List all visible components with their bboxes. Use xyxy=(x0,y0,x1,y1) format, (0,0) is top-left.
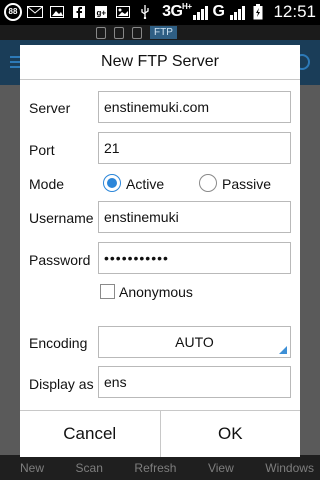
encoding-select[interactable]: AUTO xyxy=(98,326,291,358)
mode-active-radio[interactable] xyxy=(103,174,121,192)
password-label: Password xyxy=(29,252,91,268)
notification-count-icon: 88 xyxy=(4,3,22,21)
notification-icons: 88 g+ xyxy=(4,3,154,21)
server-label: Server xyxy=(29,100,71,116)
usb-icon xyxy=(136,3,154,21)
username-input[interactable]: enstinemuki xyxy=(98,201,291,233)
facebook-icon xyxy=(70,3,88,21)
dialog-buttons: Cancel OK xyxy=(20,410,300,457)
ok-button[interactable]: OK xyxy=(159,411,300,457)
battery-icon xyxy=(249,3,267,21)
sdcard-icon xyxy=(114,26,124,39)
dialog-title: New FTP Server xyxy=(20,45,300,80)
username-label: Username xyxy=(29,210,94,226)
mode-passive-radio[interactable] xyxy=(199,174,217,192)
port-input[interactable]: 21 xyxy=(98,132,291,164)
image-icon xyxy=(48,3,66,21)
clock: 12:51 xyxy=(273,2,316,21)
encoding-label: Encoding xyxy=(29,335,88,351)
gallery-icon xyxy=(114,3,132,21)
cancel-button[interactable]: Cancel xyxy=(20,411,160,457)
bottom-tab-view[interactable]: View xyxy=(208,461,234,475)
svg-text:g+: g+ xyxy=(97,9,107,18)
anonymous-checkbox[interactable] xyxy=(100,284,115,299)
encoding-value: AUTO xyxy=(175,334,214,350)
carrier-mark: G xyxy=(212,3,225,20)
storage-icon xyxy=(132,26,142,39)
bottom-tab-new[interactable]: New xyxy=(20,461,44,475)
bottom-tab-scan[interactable]: Scan xyxy=(76,461,103,475)
anonymous-label: Anonymous xyxy=(119,284,193,300)
mode-label: Mode xyxy=(29,176,65,192)
status-bar: 88 g+ 3G H+ G 12:51 xyxy=(0,0,320,25)
ftp-tab[interactable]: FTP xyxy=(150,26,177,39)
signal-2-icon xyxy=(230,4,246,20)
server-input[interactable]: enstinemuki.com xyxy=(98,91,291,123)
network-type: 3G H+ xyxy=(162,2,192,20)
mode-active-label: Active xyxy=(126,176,165,192)
system-indicators: 3G H+ G 12:51 xyxy=(162,2,316,22)
password-input[interactable]: ••••••••••• xyxy=(98,242,291,274)
app-top-strip: FTP xyxy=(0,25,320,40)
dropdown-arrow-icon xyxy=(279,346,287,354)
new-ftp-server-dialog: New FTP Server Server enstinemuki.com Po… xyxy=(20,45,300,457)
display-as-label: Display as xyxy=(29,376,94,392)
bottom-tab-windows[interactable]: Windows xyxy=(265,461,314,475)
mail-icon xyxy=(26,3,44,21)
phone-icon xyxy=(96,26,106,39)
bottom-tab-refresh[interactable]: Refresh xyxy=(134,461,176,475)
bottom-toolbar: New Scan Refresh View Windows xyxy=(0,455,320,480)
display-as-input[interactable]: ens xyxy=(98,366,291,398)
google-plus-icon: g+ xyxy=(92,3,110,21)
signal-icon xyxy=(192,4,208,20)
port-label: Port xyxy=(29,142,55,158)
mode-passive-label: Passive xyxy=(222,176,272,192)
